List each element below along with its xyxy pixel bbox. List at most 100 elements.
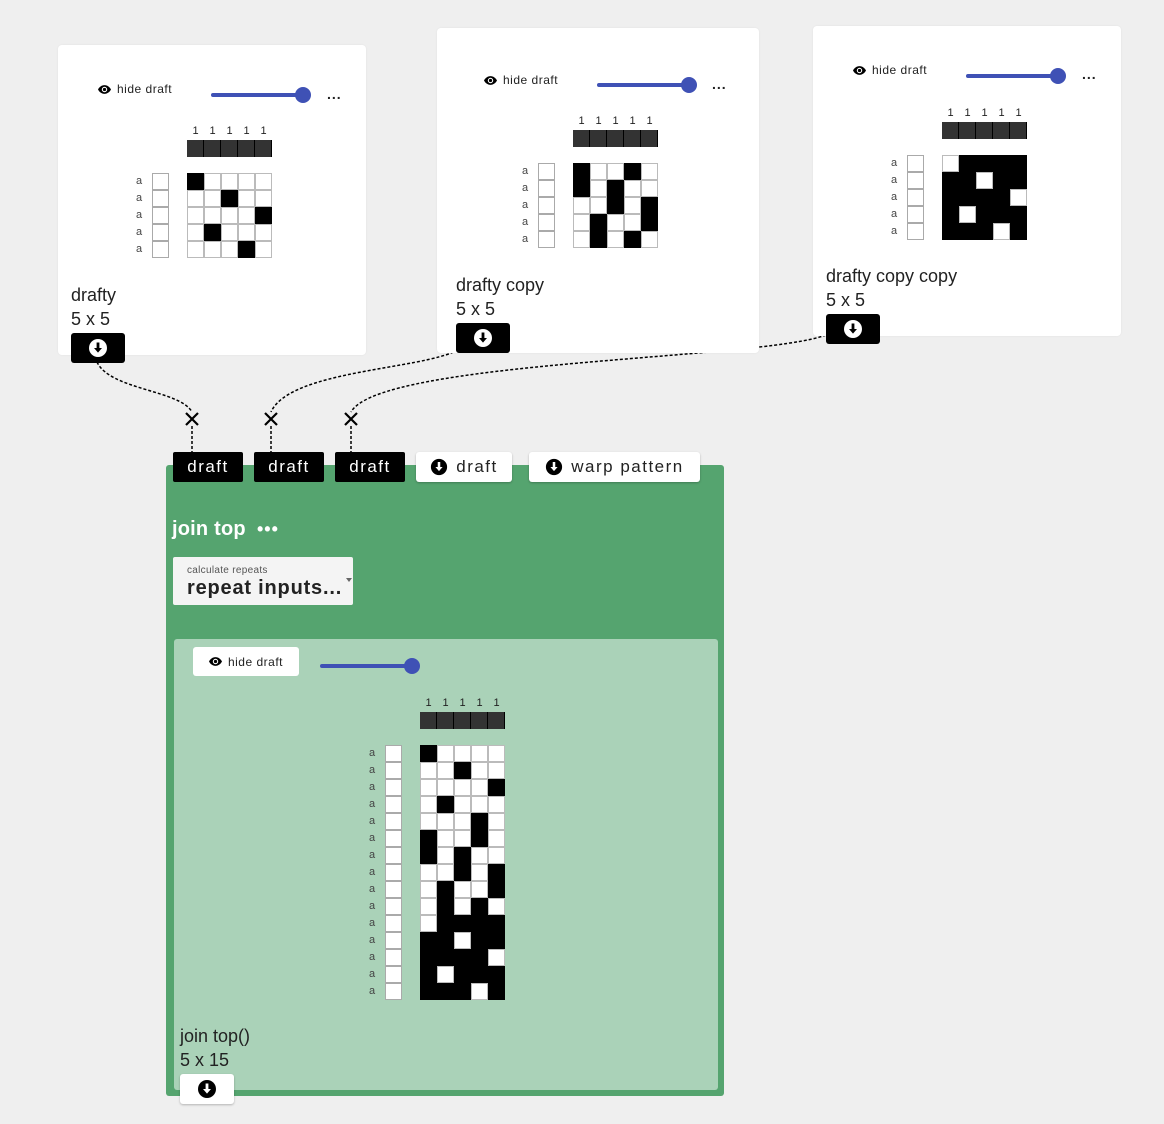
- draft-cell[interactable]: [204, 207, 221, 224]
- warp-header-cell[interactable]: [607, 130, 624, 147]
- warp-header-cell[interactable]: [1010, 122, 1027, 139]
- draft-cell[interactable]: [454, 949, 471, 966]
- draft-cell[interactable]: [238, 173, 255, 190]
- draft-cell[interactable]: [590, 197, 607, 214]
- draft-cell[interactable]: [437, 949, 454, 966]
- draft-cell[interactable]: [454, 813, 471, 830]
- draft-cell[interactable]: [942, 206, 959, 223]
- draft-cell[interactable]: [959, 206, 976, 223]
- draft-cell[interactable]: [187, 207, 204, 224]
- draft-cell[interactable]: [976, 189, 993, 206]
- draft-cell[interactable]: [590, 214, 607, 231]
- weft-row-box[interactable]: [907, 155, 924, 172]
- draft-cell[interactable]: [641, 214, 658, 231]
- weft-row-box[interactable]: [385, 779, 402, 796]
- slider-knob[interactable]: [1050, 68, 1066, 84]
- draft-cell[interactable]: [471, 898, 488, 915]
- draft-cell[interactable]: [471, 813, 488, 830]
- draft-output-button[interactable]: [826, 314, 880, 344]
- weft-row-box[interactable]: [152, 241, 169, 258]
- draft-cell[interactable]: [255, 224, 272, 241]
- draft-cell[interactable]: [641, 180, 658, 197]
- hide-draft-button[interactable]: hide draft: [853, 63, 927, 77]
- draft-cell[interactable]: [1010, 172, 1027, 189]
- draft-cell[interactable]: [607, 214, 624, 231]
- draft-cell[interactable]: [641, 231, 658, 248]
- draft-cell[interactable]: [204, 224, 221, 241]
- draft-cell[interactable]: [437, 762, 454, 779]
- draft-cell[interactable]: [454, 881, 471, 898]
- hide-draft-button[interactable]: hide draft: [98, 82, 172, 96]
- draft-cell[interactable]: [942, 172, 959, 189]
- draft-cell[interactable]: [454, 745, 471, 762]
- slider-knob[interactable]: [404, 658, 420, 674]
- weft-row-box[interactable]: [152, 173, 169, 190]
- draft-cell[interactable]: [204, 173, 221, 190]
- draft-cell[interactable]: [238, 190, 255, 207]
- draft-cell[interactable]: [471, 847, 488, 864]
- draft-cell[interactable]: [471, 915, 488, 932]
- result-output-button[interactable]: [180, 1074, 234, 1104]
- draft-cell[interactable]: [437, 983, 454, 1000]
- draft-cell[interactable]: [437, 932, 454, 949]
- draft-cell[interactable]: [471, 762, 488, 779]
- draft-cell[interactable]: [1010, 206, 1027, 223]
- draft-cell[interactable]: [437, 881, 454, 898]
- draft-cell[interactable]: [607, 180, 624, 197]
- draft-cell[interactable]: [420, 881, 437, 898]
- draft-cell[interactable]: [255, 173, 272, 190]
- draft-cell[interactable]: [471, 864, 488, 881]
- draft-cell[interactable]: [1010, 155, 1027, 172]
- draft-cell[interactable]: [420, 813, 437, 830]
- weft-row-box[interactable]: [385, 796, 402, 813]
- warp-header-cell[interactable]: [976, 122, 993, 139]
- draft-cell[interactable]: [221, 207, 238, 224]
- warp-header-cell[interactable]: [187, 140, 204, 157]
- draft-cell[interactable]: [573, 180, 590, 197]
- draft-cell[interactable]: [488, 983, 505, 1000]
- draft-cell[interactable]: [420, 932, 437, 949]
- draft-cell[interactable]: [221, 241, 238, 258]
- draft-cell[interactable]: [420, 966, 437, 983]
- operation-menu-icon[interactable]: •••: [257, 520, 279, 538]
- weft-row-box[interactable]: [385, 745, 402, 762]
- draft-cell[interactable]: [573, 163, 590, 180]
- draft-cell[interactable]: [976, 155, 993, 172]
- weft-row-box[interactable]: [385, 864, 402, 881]
- warp-header-cell[interactable]: [437, 712, 454, 729]
- draft-cell[interactable]: [488, 813, 505, 830]
- draft-cell[interactable]: [573, 231, 590, 248]
- warp-header-cell[interactable]: [454, 712, 471, 729]
- draft-cell[interactable]: [420, 898, 437, 915]
- draft-cell[interactable]: [624, 163, 641, 180]
- draft-cell[interactable]: [437, 847, 454, 864]
- draft-cell[interactable]: [454, 898, 471, 915]
- draft-cell[interactable]: [1010, 189, 1027, 206]
- weft-row-box[interactable]: [907, 189, 924, 206]
- draft-cell[interactable]: [993, 223, 1010, 240]
- draft-cell[interactable]: [255, 190, 272, 207]
- output-draft-button[interactable]: draft: [416, 452, 512, 482]
- output-warp-pattern-button[interactable]: warp pattern: [529, 452, 700, 482]
- weft-row-box[interactable]: [385, 762, 402, 779]
- draft-cell[interactable]: [488, 864, 505, 881]
- draft-cell[interactable]: [437, 966, 454, 983]
- draft-cell[interactable]: [590, 180, 607, 197]
- draft-cell[interactable]: [221, 224, 238, 241]
- draft-cell[interactable]: [942, 155, 959, 172]
- draft-cell[interactable]: [471, 949, 488, 966]
- draft-scale-slider[interactable]: [966, 68, 1066, 84]
- calculate-repeats-select[interactable]: calculate repeats repeat inputs...: [173, 557, 353, 605]
- draft-cell[interactable]: [942, 189, 959, 206]
- draft-cell[interactable]: [590, 231, 607, 248]
- draft-cell[interactable]: [454, 932, 471, 949]
- hide-draft-button[interactable]: hide draft: [193, 647, 299, 676]
- weft-row-box[interactable]: [538, 231, 555, 248]
- draft-cell[interactable]: [420, 762, 437, 779]
- draft-cell[interactable]: [488, 898, 505, 915]
- draft-cell[interactable]: [488, 966, 505, 983]
- draft-cell[interactable]: [488, 830, 505, 847]
- close-icon[interactable]: [185, 412, 199, 426]
- warp-header-cell[interactable]: [590, 130, 607, 147]
- draft-cell[interactable]: [454, 796, 471, 813]
